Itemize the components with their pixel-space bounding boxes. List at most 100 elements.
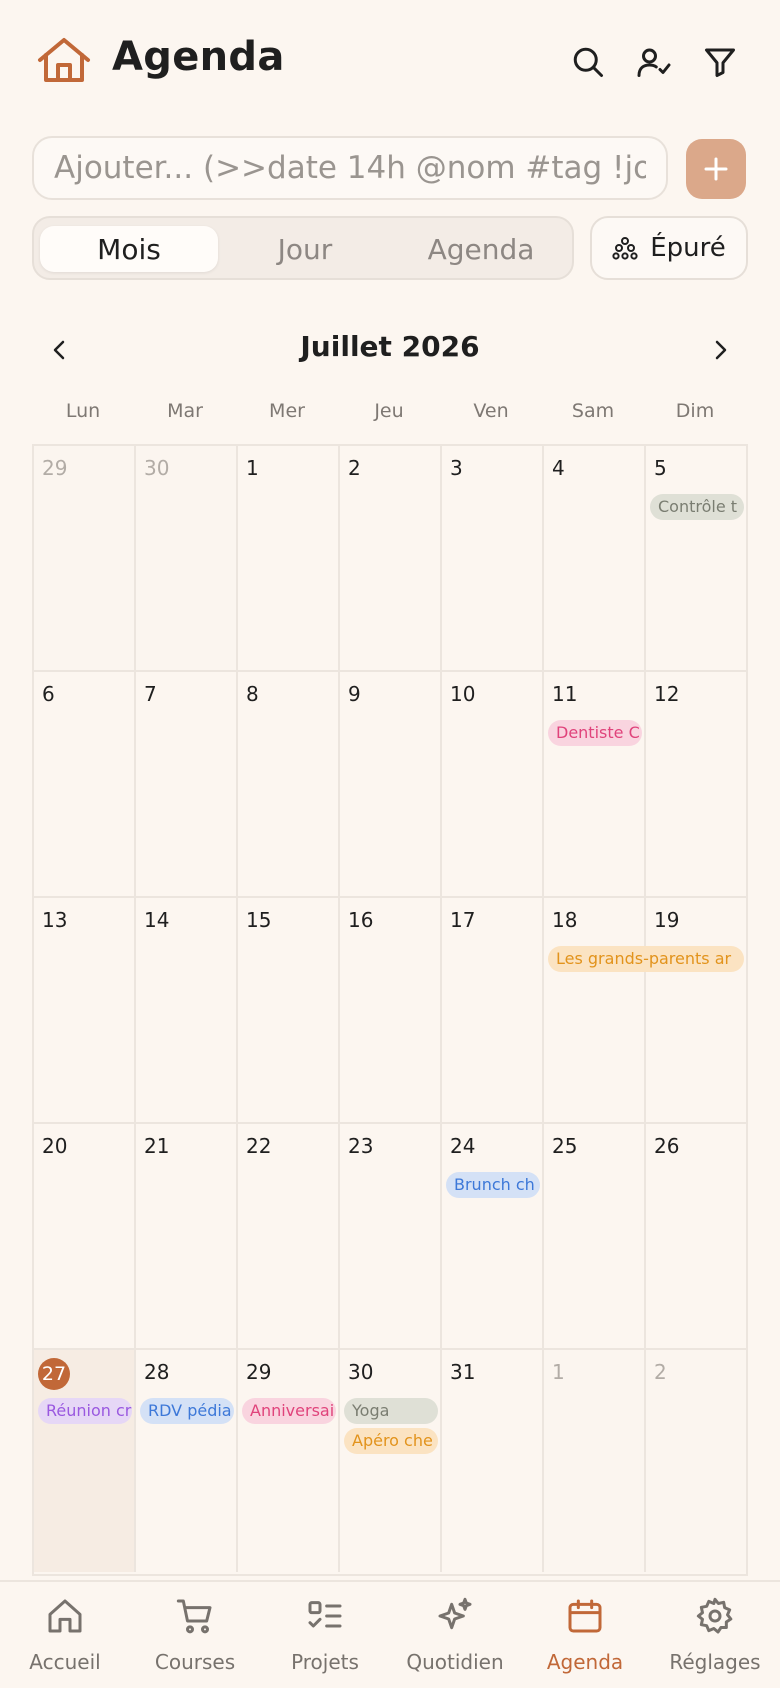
add-button[interactable] [686,139,746,199]
day-cell[interactable]: 18 [544,898,646,1124]
day-number: 8 [246,682,259,706]
day-number: 22 [246,1134,272,1158]
day-cell[interactable]: 28 [136,1350,238,1572]
day-cell[interactable]: 6 [34,672,136,898]
day-number: 11 [552,682,578,706]
day-cell[interactable]: 26 [646,1124,746,1350]
day-cell[interactable]: 13 [34,898,136,1124]
view-switcher: Mois Jour Agenda [32,216,574,280]
chevron-left-icon [53,340,65,360]
plus-icon [704,157,728,181]
day-number: 2 [654,1360,667,1384]
filter-button[interactable] [696,38,744,86]
nav-item-accueil[interactable]: Accueil [0,1582,130,1688]
day-cell[interactable]: 21 [136,1124,238,1350]
day-cell[interactable]: 19 [646,898,746,1124]
nav-item-projets[interactable]: Projets [260,1582,390,1688]
event-chip[interactable]: Brunch ch [446,1172,540,1198]
day-cell[interactable]: 25 [544,1124,646,1350]
day-cell[interactable]: 12 [646,672,746,898]
day-cell[interactable]: 30 [340,1350,442,1572]
dots-cluster-icon [612,237,638,260]
prev-month-button[interactable] [38,328,82,372]
event-chip[interactable]: Les grands-parents ar [548,946,744,972]
day-cell[interactable]: 29 [238,1350,340,1572]
day-number: 26 [654,1134,680,1158]
day-cell[interactable]: 1 [238,446,340,672]
cart-icon [176,1599,212,1634]
nav-label: Accueil [29,1650,101,1674]
day-cell[interactable]: 8 [238,672,340,898]
gear-icon [696,1597,733,1634]
day-cell[interactable]: 20 [34,1124,136,1350]
nav-label: Quotidien [406,1650,504,1674]
nav-item-reglages[interactable]: Réglages [650,1582,780,1688]
day-cell[interactable]: 31 [442,1350,544,1572]
day-cell[interactable]: 14 [136,898,238,1124]
weekday-label: Mer [269,400,305,422]
day-cell[interactable]: 30 [136,446,238,672]
day-cell[interactable]: 15 [238,898,340,1124]
next-month-button[interactable] [698,328,742,372]
day-cell[interactable]: 17 [442,898,544,1124]
day-number: 23 [348,1134,374,1158]
nav-label: Projets [291,1650,359,1674]
search-icon [573,47,603,77]
quick-add-input[interactable] [32,136,668,200]
day-number: 29 [246,1360,272,1384]
nav-item-quotidien[interactable]: Quotidien [390,1582,520,1688]
epure-button[interactable]: Épuré [590,216,748,280]
day-cell[interactable]: 23 [340,1124,442,1350]
event-chip[interactable]: Dentiste C [548,720,642,746]
day-cell[interactable]: 3 [442,446,544,672]
bottom-nav: Accueil Courses Projets Quotidien Agenda… [0,1580,780,1688]
weekday-label: Ven [473,400,509,422]
day-number: 28 [144,1360,170,1384]
weekday-header: Lun Mar Mer Jeu Ven Sam Dim [32,400,748,426]
event-chip[interactable]: Contrôle t [650,494,744,520]
day-number: 1 [552,1360,565,1384]
app-header: Agenda [0,0,780,120]
day-cell[interactable]: 2 [646,1350,746,1572]
event-chip[interactable]: Yoga [344,1398,438,1424]
day-cell[interactable]: 9 [340,672,442,898]
event-chip[interactable]: Apéro che [344,1428,438,1454]
day-cell[interactable]: 22 [238,1124,340,1350]
day-number: 12 [654,682,680,706]
day-number: 4 [552,456,565,480]
day-cell[interactable]: 5 [646,446,746,672]
day-cell[interactable]: 7 [136,672,238,898]
day-number: 19 [654,908,680,932]
day-cell[interactable]: 16 [340,898,442,1124]
tab-mois[interactable]: Mois [40,226,218,272]
day-cell[interactable]: 11 [544,672,646,898]
event-chip[interactable]: Anniversai [242,1398,336,1424]
nav-item-courses[interactable]: Courses [130,1582,260,1688]
day-number: 29 [42,456,68,480]
filter-icon [705,48,735,77]
event-chip[interactable]: RDV pédia [140,1398,234,1424]
day-cell[interactable]: 1 [544,1350,646,1572]
tab-agenda[interactable]: Agenda [392,226,570,272]
event-chip[interactable]: Réunion cr [38,1398,132,1424]
day-cell[interactable]: 24 [442,1124,544,1350]
day-cell[interactable]: 10 [442,672,544,898]
day-number: 18 [552,908,578,932]
day-cell[interactable]: 2 [340,446,442,672]
day-number: 16 [348,908,374,932]
calendar-icon [568,1599,602,1633]
user-filter-button[interactable] [630,38,678,86]
calendar-grid: 29 30 1 2 3 4 5 6 7 8 9 10 11 12 13 14 15 16 17 18 19 20 21 22 2… [32,444,748,1576]
day-cell[interactable]: 29 [34,446,136,672]
day-cell[interactable]: 4 [544,446,646,672]
day-number: 25 [552,1134,578,1158]
day-cell[interactable]: 27 [34,1350,136,1572]
search-button[interactable] [564,38,612,86]
nav-item-agenda[interactable]: Agenda [520,1582,650,1688]
day-number: 21 [144,1134,170,1158]
home-icon [48,1599,82,1633]
day-number: 17 [450,908,476,932]
day-number: 2 [348,456,361,480]
page-title: Agenda [112,34,285,80]
tab-jour[interactable]: Jour [216,226,394,272]
